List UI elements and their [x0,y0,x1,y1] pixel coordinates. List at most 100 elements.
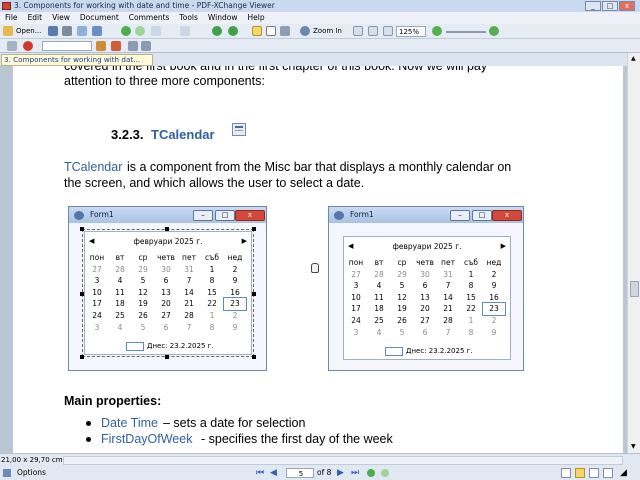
calendar-runtime[interactable]: ◀ февруари 2025 г. ▶ пон вт ср четв пет съб нед 27… [343,236,511,360]
collapse-icon[interactable]: ◢ [620,466,627,480]
first-page-icon[interactable]: ⏮ [256,466,264,480]
continuous-facing-icon[interactable] [603,468,613,478]
menu-view[interactable]: View [47,12,75,24]
day-cell[interactable]: 29 [391,269,413,281]
next-month-icon[interactable]: ▶ [242,237,247,245]
scroll-thumb[interactable] [630,281,639,297]
today-label[interactable]: Днес: 23.2.2025 г. [147,341,214,351]
month-title[interactable]: февруари 2025 г. [85,237,251,249]
options-button[interactable]: Options [17,466,46,480]
month-title[interactable]: февруари 2025 г. [344,242,510,254]
last-page-icon[interactable]: ⏭ [351,466,359,480]
day-cell[interactable]: 9 [224,275,246,287]
folder-icon[interactable] [3,26,13,36]
selection-handle[interactable] [165,355,169,359]
day-cell[interactable]: 5 [391,327,413,339]
single-page-icon[interactable] [561,468,571,478]
zoom-plus-icon[interactable] [489,26,499,36]
day-cell[interactable]: 4 [109,275,131,287]
save-icon[interactable] [48,26,58,36]
next-page-icon[interactable]: ▶ [337,466,344,480]
selection-handle[interactable] [252,355,256,359]
day-cell[interactable]: 8 [201,322,223,334]
menu-document[interactable]: Document [75,12,124,24]
day-cell[interactable]: 11 [109,287,131,299]
day-cell[interactable]: 12 [391,292,413,304]
day-cell[interactable]: 3 [86,275,108,287]
day-cell[interactable]: 31 [437,269,459,281]
day-cell[interactable]: 10 [86,287,108,299]
menu-window[interactable]: Window [203,12,243,24]
day-cell[interactable]: 12 [132,287,154,299]
next-month-icon[interactable]: ▶ [501,242,506,250]
day-cell[interactable]: 17 [345,303,367,315]
day-cell[interactable]: 16 [224,287,246,299]
selection-handle[interactable] [252,227,256,231]
redo-icon[interactable] [180,26,190,36]
snapshot-icon[interactable] [280,26,290,36]
day-cell[interactable]: 5 [391,280,413,292]
back-icon[interactable] [121,26,131,36]
day-cell[interactable]: 28 [368,269,390,281]
actual-size-icon[interactable] [353,26,363,36]
selection-handle[interactable] [165,227,169,231]
day-cell[interactable]: 7 [437,280,459,292]
day-cell[interactable]: 1 [201,264,223,276]
day-cell[interactable]: 13 [155,287,177,299]
history-back-icon[interactable] [367,469,375,477]
day-cell[interactable]: 2 [483,269,505,281]
form-close-button[interactable]: x [235,210,265,221]
day-cell[interactable]: 2 [224,310,246,322]
day-cell[interactable]: 24 [86,310,108,322]
day-cell[interactable]: 22 [201,298,223,310]
day-cell[interactable]: 20 [155,298,177,310]
day-cell[interactable]: 11 [368,292,390,304]
day-cell[interactable]: 25 [368,315,390,327]
day-cell[interactable]: 5 [132,322,154,334]
print-icon[interactable] [62,26,72,36]
day-cell[interactable]: 5 [132,275,154,287]
day-cell[interactable]: 4 [368,280,390,292]
menu-tools[interactable]: Tools [174,12,202,24]
form-minimize-button[interactable]: – [450,210,470,221]
day-cell[interactable]: 4 [109,322,131,334]
day-cell[interactable]: 19 [132,298,154,310]
calendar-design[interactable]: ◀ февруари 2025 г. ▶ пон вт ср четв пет съб нед 27… [84,231,252,355]
selection-handle[interactable] [80,355,84,359]
day-cell[interactable]: 30 [155,264,177,276]
zoom-in-icon[interactable] [300,26,310,36]
facing-page-icon[interactable] [589,468,599,478]
day-cell[interactable]: 7 [178,275,200,287]
day-cell[interactable]: 22 [460,303,482,315]
day-cell[interactable]: 18 [368,303,390,315]
day-cell[interactable]: 7 [437,327,459,339]
document-tab[interactable]: 3. Components for working with dat... [1,54,153,66]
forward-icon[interactable] [135,26,145,36]
day-cell[interactable]: 8 [460,327,482,339]
day-cell[interactable]: 13 [414,292,436,304]
day-cell[interactable]: 3 [86,322,108,334]
day-cell[interactable]: 31 [178,264,200,276]
vertical-scrollbar[interactable]: ▲ ▼ [627,53,640,454]
day-cell[interactable]: 27 [345,269,367,281]
scroll-up-icon[interactable]: ▲ [631,55,636,62]
prev-page-icon[interactable]: ◀ [270,466,277,480]
history-forward-icon[interactable] [381,469,389,477]
day-cell[interactable]: 26 [132,310,154,322]
page-number-input[interactable]: 5 [286,468,314,478]
today-label[interactable]: Днес: 23.2.2025 г. [406,346,473,356]
rotate-right-icon[interactable] [228,26,238,36]
comment-icon[interactable] [128,41,138,51]
day-cell[interactable]: 28 [437,315,459,327]
selection-handle[interactable] [80,292,84,296]
menu-help[interactable]: Help [242,12,269,24]
form-minimize-button[interactable]: – [193,210,213,221]
link-tool-icon[interactable] [7,41,17,51]
day-cell[interactable]: 7 [178,322,200,334]
record-icon[interactable] [23,41,33,51]
day-cell[interactable]: 6 [155,322,177,334]
day-cell[interactable]: 1 [460,269,482,281]
find-icon[interactable] [96,41,106,51]
day-cell[interactable]: 9 [224,322,246,334]
menu-edit[interactable]: Edit [23,12,48,24]
